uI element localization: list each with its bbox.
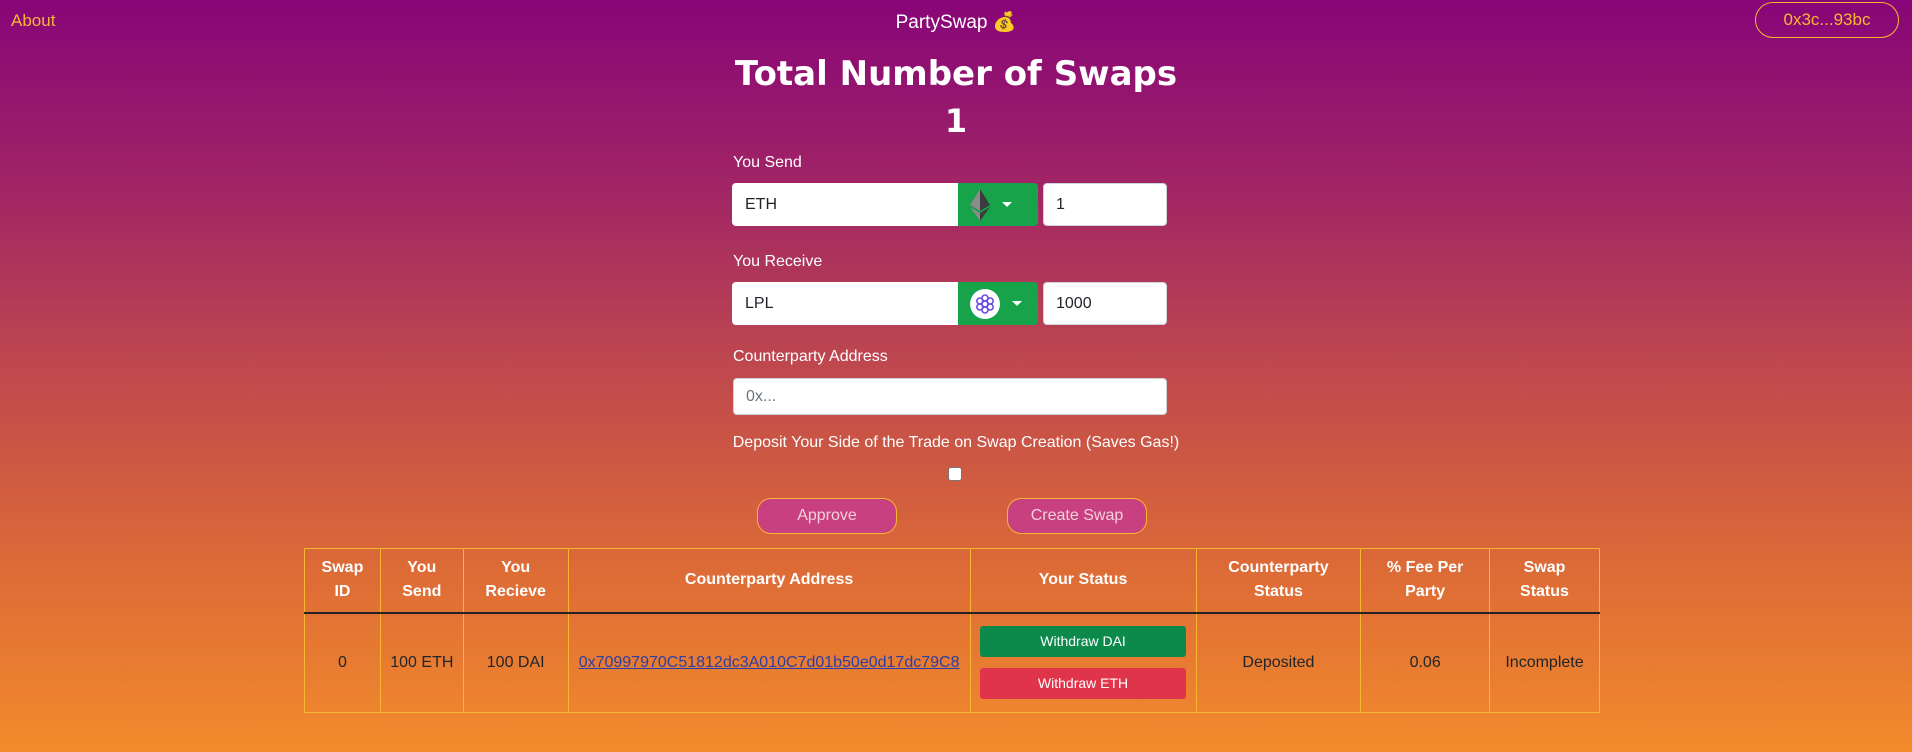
ethereum-icon <box>970 188 990 221</box>
column-header-you-recieve: You Recieve <box>462 548 569 613</box>
page-title: Total Number of Swaps <box>734 54 1178 94</box>
column-header-swap-status: Swap Status <box>1488 548 1601 613</box>
column-header-fee: % Fee Per Party <box>1360 548 1490 613</box>
wallet-address-button[interactable]: 0x3c...93bc <box>1755 2 1899 38</box>
receive-token-select[interactable]: LPL <box>732 282 958 325</box>
send-amount-input[interactable]: 1 <box>1043 183 1167 226</box>
livepeer-icon <box>970 288 1000 319</box>
cell-you-recieve: 100 DAI <box>462 612 569 713</box>
swap-count: 1 <box>944 102 968 140</box>
cell-swap-id: 0 <box>304 612 381 713</box>
receive-token-dropdown-button[interactable] <box>958 282 1038 325</box>
chevron-down-icon <box>1002 202 1012 207</box>
cell-counterparty-status: Deposited <box>1195 612 1362 713</box>
counterparty-address-input[interactable]: 0x... <box>733 378 1167 415</box>
column-header-counterparty-status: Counterparty Status <box>1195 548 1362 613</box>
swaps-table: Swap ID You Send You Recieve Counterparty A… <box>304 548 1601 713</box>
column-header-your-status: Your Status <box>969 548 1197 613</box>
you-send-label: You Send <box>733 154 802 171</box>
counterparty-address-placeholder: 0x... <box>746 387 777 405</box>
cell-your-status: Withdraw DAI Withdraw ETH <box>969 612 1197 713</box>
cell-swap-status: Incomplete <box>1488 612 1601 713</box>
send-token-dropdown-button[interactable] <box>958 183 1038 226</box>
chevron-down-icon <box>1012 301 1022 306</box>
deposit-on-creation-checkbox[interactable] <box>948 467 962 481</box>
table-row: 0 100 ETH 100 DAI 0x70997970C51812dc3A01… <box>304 612 1601 713</box>
column-header-counterparty-address: Counterparty Address <box>567 548 971 613</box>
send-token-select[interactable]: ETH <box>732 183 958 226</box>
withdraw-dai-button[interactable]: Withdraw DAI <box>980 626 1187 658</box>
cell-counterparty-address: 0x70997970C51812dc3A010C7d01b50e0d17dc79… <box>567 612 971 713</box>
cell-you-send: 100 ETH <box>379 612 464 713</box>
app-brand: PartySwap 💰 <box>895 12 1017 33</box>
approve-button[interactable]: Approve <box>757 498 897 534</box>
counterparty-address-label: Counterparty Address <box>733 348 888 365</box>
counterparty-address-link[interactable]: 0x70997970C51812dc3A010C7d01b50e0d17dc79… <box>579 654 960 671</box>
table-header-row: Swap ID You Send You Recieve Counterparty A… <box>304 548 1601 613</box>
cell-fee: 0.06 <box>1360 612 1490 713</box>
deposit-on-creation-label: Deposit Your Side of the Trade on Swap C… <box>732 434 1180 451</box>
column-header-swap-id: Swap ID <box>304 548 381 613</box>
column-header-you-send: You Send <box>379 548 464 613</box>
withdraw-eth-button[interactable]: Withdraw ETH <box>980 668 1187 700</box>
you-receive-label: You Receive <box>733 253 823 270</box>
receive-amount-input[interactable]: 1000 <box>1043 282 1167 325</box>
create-swap-button[interactable]: Create Swap <box>1007 498 1147 534</box>
